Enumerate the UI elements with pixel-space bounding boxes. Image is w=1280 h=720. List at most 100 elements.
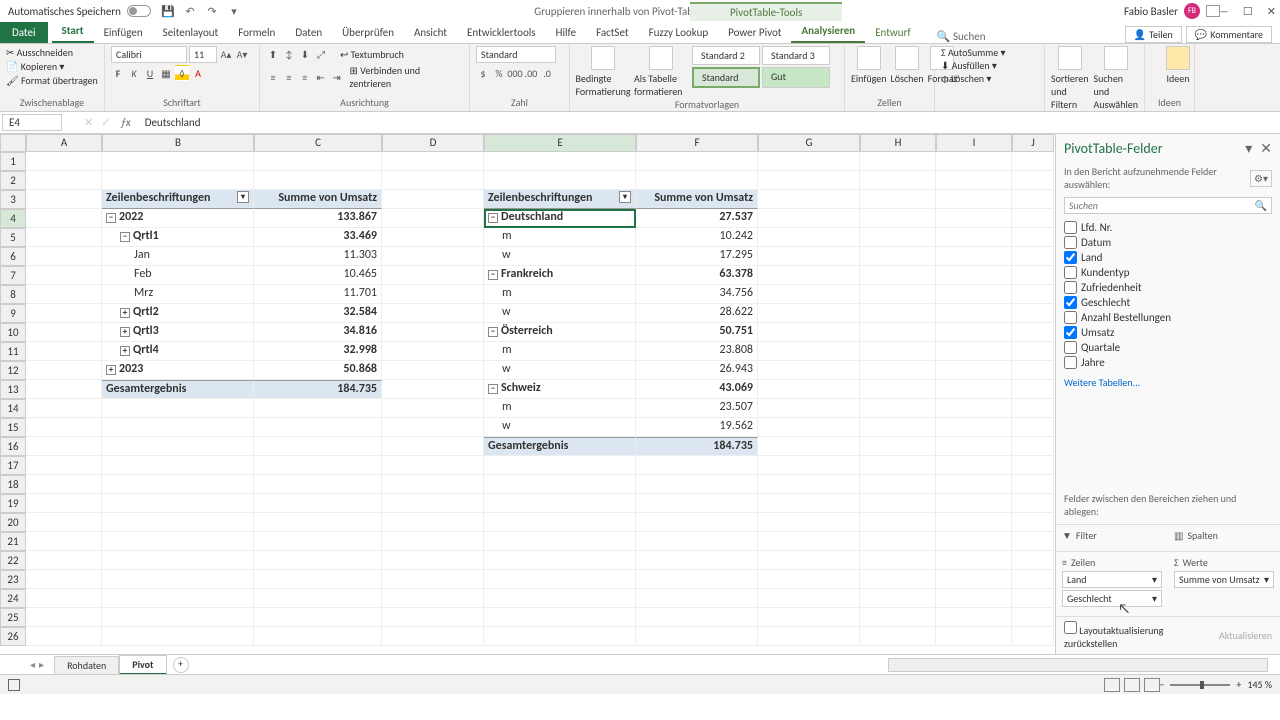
- format-table-button[interactable]: Als Tabelle formatieren: [634, 46, 688, 98]
- cell[interactable]: [860, 456, 936, 475]
- cell[interactable]: [254, 513, 382, 532]
- cell[interactable]: [636, 152, 758, 171]
- cell[interactable]: [26, 494, 102, 513]
- field-kundentyp[interactable]: Kundentyp: [1064, 265, 1272, 280]
- cell[interactable]: [1012, 627, 1054, 646]
- pivot2-row-value[interactable]: 19.562: [636, 418, 758, 437]
- maximize-icon[interactable]: ☐: [1243, 5, 1253, 18]
- horizontal-scrollbar[interactable]: [888, 658, 1268, 672]
- cell[interactable]: [26, 171, 102, 190]
- tab-fuzzy[interactable]: Fuzzy Lookup: [639, 22, 719, 43]
- minimize-icon[interactable]: ―: [1219, 5, 1229, 18]
- pivot1-row-label[interactable]: Jan: [102, 247, 254, 266]
- field-search[interactable]: 🔍: [1064, 197, 1272, 214]
- col-header-A[interactable]: A: [26, 134, 102, 152]
- tell-me-search[interactable]: 🔍 Suchen: [937, 30, 986, 43]
- font-color-icon[interactable]: A: [191, 65, 205, 81]
- pivot2-row-value[interactable]: 17.295: [636, 247, 758, 266]
- fx-cancel-icon[interactable]: ✕: [84, 116, 93, 129]
- tab-powerpivot[interactable]: Power Pivot: [718, 22, 791, 43]
- cond-format-button[interactable]: Bedingte Formatierung: [576, 46, 630, 98]
- align-left-icon[interactable]: ≡: [266, 69, 280, 85]
- tab-factset[interactable]: FactSet: [586, 22, 639, 43]
- clear-button[interactable]: ◇ Löschen ▾: [941, 72, 1038, 85]
- cell[interactable]: [484, 494, 636, 513]
- style-standard[interactable]: Standard: [692, 67, 760, 88]
- pivot1-row-label[interactable]: Mrz: [102, 285, 254, 304]
- cell[interactable]: [484, 475, 636, 494]
- pivot1-row-header[interactable]: Zeilenbeschriftungen▾: [102, 190, 254, 209]
- update-button[interactable]: Aktualisieren: [1219, 629, 1272, 642]
- cell[interactable]: [26, 570, 102, 589]
- field-anzahl-bestellungen[interactable]: Anzahl Bestellungen: [1064, 310, 1272, 325]
- cell[interactable]: [936, 475, 1012, 494]
- cell[interactable]: [382, 456, 484, 475]
- row-header-3[interactable]: 3: [0, 190, 26, 209]
- row-header-9[interactable]: 9: [0, 304, 26, 323]
- cell[interactable]: [382, 513, 484, 532]
- cell[interactable]: [102, 570, 254, 589]
- cell[interactable]: [26, 475, 102, 494]
- field-umsatz[interactable]: Umsatz: [1064, 325, 1272, 340]
- field-checkbox[interactable]: [1064, 266, 1077, 279]
- tab-dev[interactable]: Entwicklertools: [457, 22, 546, 43]
- cell[interactable]: [254, 551, 382, 570]
- pivot2-row-value[interactable]: 23.808: [636, 342, 758, 361]
- row-header-17[interactable]: 17: [0, 456, 26, 475]
- pivot2-row-label[interactable]: −Schweiz: [484, 380, 636, 399]
- pivot2-row-value[interactable]: 23.507: [636, 399, 758, 418]
- cell[interactable]: [382, 608, 484, 627]
- name-box[interactable]: E4: [2, 114, 62, 131]
- cell[interactable]: [860, 152, 936, 171]
- area-values[interactable]: Σ Werte Summe von Umsatz▾: [1168, 551, 1280, 616]
- cell[interactable]: [860, 475, 936, 494]
- cell[interactable]: [102, 589, 254, 608]
- tab-analyze[interactable]: Analysieren: [791, 20, 865, 43]
- tab-insert[interactable]: Einfügen: [94, 22, 153, 43]
- pivot1-row-value[interactable]: 32.998: [254, 342, 382, 361]
- record-macro-icon[interactable]: [8, 679, 20, 691]
- cell[interactable]: [254, 171, 382, 190]
- cell[interactable]: [102, 456, 254, 475]
- copy-button[interactable]: 📄 Kopieren ▾: [6, 60, 98, 73]
- row-header-7[interactable]: 7: [0, 266, 26, 285]
- pivot2-row-value[interactable]: 26.943: [636, 361, 758, 380]
- row-header-8[interactable]: 8: [0, 285, 26, 304]
- cell[interactable]: [636, 532, 758, 551]
- cell[interactable]: [102, 551, 254, 570]
- pivot1-row-value[interactable]: 33.469: [254, 228, 382, 247]
- undo-icon[interactable]: ↶: [183, 4, 197, 18]
- more-tables-link[interactable]: Weitere Tabellen...: [1056, 372, 1280, 393]
- cell[interactable]: [382, 152, 484, 171]
- increase-font-icon[interactable]: A▴: [219, 46, 233, 62]
- fx-icon[interactable]: ƒx: [120, 116, 130, 129]
- fill-button[interactable]: ⬇ Ausfüllen ▾: [941, 59, 1038, 72]
- field-zufriedenheit[interactable]: Zufriedenheit: [1064, 280, 1272, 295]
- defer-layout-check[interactable]: Layoutaktualisierung zurückstellen: [1064, 621, 1219, 650]
- cell[interactable]: [484, 171, 636, 190]
- cell[interactable]: [758, 532, 860, 551]
- cell[interactable]: [254, 570, 382, 589]
- cell[interactable]: [1012, 456, 1054, 475]
- row-header-19[interactable]: 19: [0, 494, 26, 513]
- cell[interactable]: [758, 551, 860, 570]
- row-header-1[interactable]: 1: [0, 152, 26, 171]
- cell[interactable]: [254, 589, 382, 608]
- collapse-icon[interactable]: −: [488, 384, 498, 394]
- cell[interactable]: [636, 551, 758, 570]
- delete-cells-button[interactable]: Löschen: [891, 46, 924, 85]
- insert-cells-button[interactable]: Einfügen: [851, 46, 887, 85]
- pane-options-icon[interactable]: ▾: [1245, 140, 1252, 157]
- pivot2-row-label[interactable]: −Österreich: [484, 323, 636, 342]
- field-checkbox[interactable]: [1064, 281, 1077, 294]
- cell[interactable]: [636, 608, 758, 627]
- expand-icon[interactable]: +: [120, 327, 130, 337]
- cell[interactable]: [860, 608, 936, 627]
- cell[interactable]: [1012, 608, 1054, 627]
- pivot1-row-label[interactable]: Feb: [102, 266, 254, 285]
- close-icon[interactable]: ✕: [1267, 5, 1276, 18]
- col-header-J[interactable]: J: [1012, 134, 1054, 152]
- sheet-tab-rohdaten[interactable]: Rohdaten: [54, 656, 119, 674]
- cell[interactable]: [254, 608, 382, 627]
- cell[interactable]: [382, 171, 484, 190]
